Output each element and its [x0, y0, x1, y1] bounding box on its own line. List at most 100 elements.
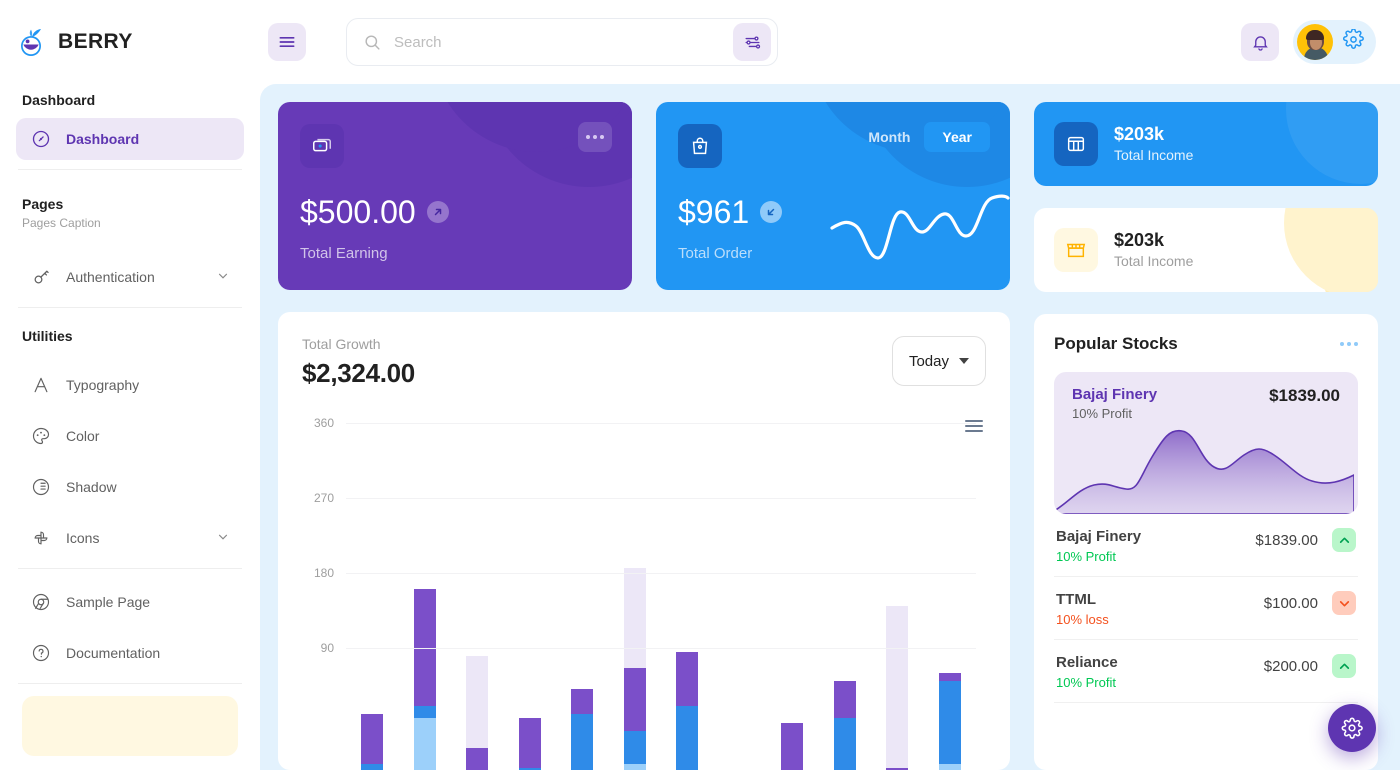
stock-price: $1839.00 [1255, 531, 1318, 549]
chart-bar-column[interactable] [871, 423, 924, 770]
stocks-menu-button[interactable] [1340, 342, 1358, 346]
chart-bar-segment [413, 718, 436, 770]
chart-bar-segment [361, 764, 384, 770]
chevron-down-icon [216, 269, 230, 286]
sidebar: BERRY Dashboard Dashboard Pages Pages Ca… [0, 0, 260, 770]
sidebar-item-icons[interactable]: Icons [16, 517, 244, 559]
order-period-toggle[interactable]: Month Year [864, 122, 990, 152]
y-axis-tick: 270 [313, 491, 334, 505]
sidebar-item-color[interactable]: Color [16, 415, 244, 457]
chart-bar-segment [938, 672, 961, 681]
question-circle-icon [30, 642, 52, 664]
sidebar-item-dashboard[interactable]: Dashboard [16, 118, 244, 160]
profile-menu[interactable] [1293, 20, 1376, 64]
chart-bar-segment [518, 718, 541, 769]
sidebar-item-typography[interactable]: Typography [16, 364, 244, 406]
chart-bar-column[interactable] [346, 423, 399, 770]
stock-list: Bajaj Finery 10% Profit $1839.00 TTML 10… [1054, 514, 1358, 709]
stock-row-0[interactable]: Bajaj Finery 10% Profit $1839.00 [1054, 514, 1358, 577]
chart-plot [346, 423, 976, 770]
stock-row-2[interactable]: Reliance 10% Profit $200.00 [1054, 640, 1358, 703]
stock-change: 10% Profit [1056, 549, 1116, 564]
filter-sliders-icon[interactable] [733, 23, 771, 61]
chart-bar-segment [623, 764, 646, 770]
chrome-icon [30, 591, 52, 613]
hamburger-menu-button[interactable] [268, 23, 306, 61]
chart-gridline [346, 498, 976, 499]
order-label: Total Order [678, 245, 753, 262]
growth-bar-chart: 90 180 270 360 [302, 416, 986, 770]
income-blue-label: Total Income [1114, 147, 1194, 164]
trend-up-icon [426, 201, 449, 223]
chart-bar-segment [676, 651, 699, 706]
order-sparkline [830, 194, 1010, 260]
sidebar-item-label: Shadow [66, 479, 117, 495]
growth-range-select[interactable]: Today [891, 336, 986, 386]
chart-bar-segment [833, 680, 856, 719]
shadow-circle-icon [30, 476, 52, 498]
stock-row-1[interactable]: TTML 10% loss $100.00 [1054, 577, 1358, 640]
chevron-up-icon [1332, 654, 1356, 678]
sidebar-nav: Dashboard Dashboard Pages Pages Caption [0, 84, 260, 770]
chart-bar-column[interactable] [819, 423, 872, 770]
chart-bar-segment [781, 722, 804, 770]
topbar [260, 0, 1400, 84]
featured-stock-area-chart [1054, 429, 1354, 514]
featured-stock-price: $1839.00 [1269, 386, 1340, 405]
content-area: $500.00 Total Earning Month Year $961 To… [260, 84, 1400, 770]
stock-price: $100.00 [1263, 594, 1318, 612]
chart-bar-column[interactable] [609, 423, 662, 770]
total-growth-panel: Total Growth $2,324.00 Today 90 180 270 360 [278, 312, 1010, 770]
sidebar-item-label: Icons [66, 530, 100, 546]
chart-bar-column[interactable] [924, 423, 977, 770]
chart-bar-column[interactable] [451, 423, 504, 770]
chevron-down-icon [959, 358, 969, 364]
chart-bar-column[interactable] [556, 423, 609, 770]
total-order-card: Month Year $961 Total Order [656, 102, 1010, 290]
key-icon [30, 266, 52, 288]
chart-bar-segment [571, 714, 594, 770]
chart-bar-column[interactable] [766, 423, 819, 770]
search-bar[interactable] [346, 18, 778, 66]
nav-divider [18, 169, 242, 170]
chart-bar-column[interactable] [661, 423, 714, 770]
stock-change: 10% loss [1056, 612, 1109, 627]
nav-caption-dashboard: Dashboard [22, 92, 96, 108]
income-light-label: Total Income [1114, 253, 1194, 270]
sidebar-promo-card[interactable] [22, 696, 238, 756]
sidebar-item-label: Color [66, 428, 100, 444]
notification-button[interactable] [1241, 23, 1279, 61]
chart-bar-segment [361, 714, 384, 765]
chart-bar-segment [938, 764, 961, 770]
growth-header: Total Growth $2,324.00 Today [302, 336, 986, 389]
chart-bar-column[interactable] [714, 423, 767, 770]
total-income-blue-card: $203k Total Income [1034, 102, 1378, 186]
sidebar-item-authentication[interactable]: Authentication [16, 256, 244, 298]
search-input[interactable] [382, 33, 733, 51]
earning-value-group: $500.00 [300, 196, 449, 228]
stock-name: Bajaj Finery [1056, 528, 1142, 545]
chart-bar-column[interactable] [504, 423, 557, 770]
chart-bar-segment [413, 705, 436, 719]
palette-icon [30, 425, 52, 447]
toggle-month[interactable]: Month [864, 122, 914, 152]
sidebar-item-documentation[interactable]: Documentation [16, 632, 244, 674]
table-icon [1054, 122, 1098, 166]
earning-card-menu-button[interactable] [578, 122, 612, 152]
chart-bar-stack [413, 589, 436, 770]
chart-bar-stack [886, 605, 909, 770]
chart-bar-column[interactable] [399, 423, 452, 770]
dashboard-app: BERRY Dashboard Dashboard Pages Pages Ca… [0, 0, 1400, 770]
sidebar-item-sample-page[interactable]: Sample Page [16, 581, 244, 623]
nav-divider [18, 568, 242, 569]
stock-row-3[interactable] [1054, 703, 1358, 709]
settings-fab-button[interactable] [1328, 704, 1376, 752]
chart-y-axis: 90 180 270 360 [302, 416, 342, 723]
sidebar-item-shadow[interactable]: Shadow [16, 466, 244, 508]
main-area: $500.00 Total Earning [260, 0, 1400, 770]
growth-label: Total Growth [302, 336, 381, 352]
featured-stock-card[interactable]: Bajaj Finery $1839.00 10% Profit [1054, 372, 1358, 514]
chart-gridline [346, 573, 976, 574]
toggle-year[interactable]: Year [924, 122, 990, 152]
chart-bar-stack [466, 655, 489, 770]
